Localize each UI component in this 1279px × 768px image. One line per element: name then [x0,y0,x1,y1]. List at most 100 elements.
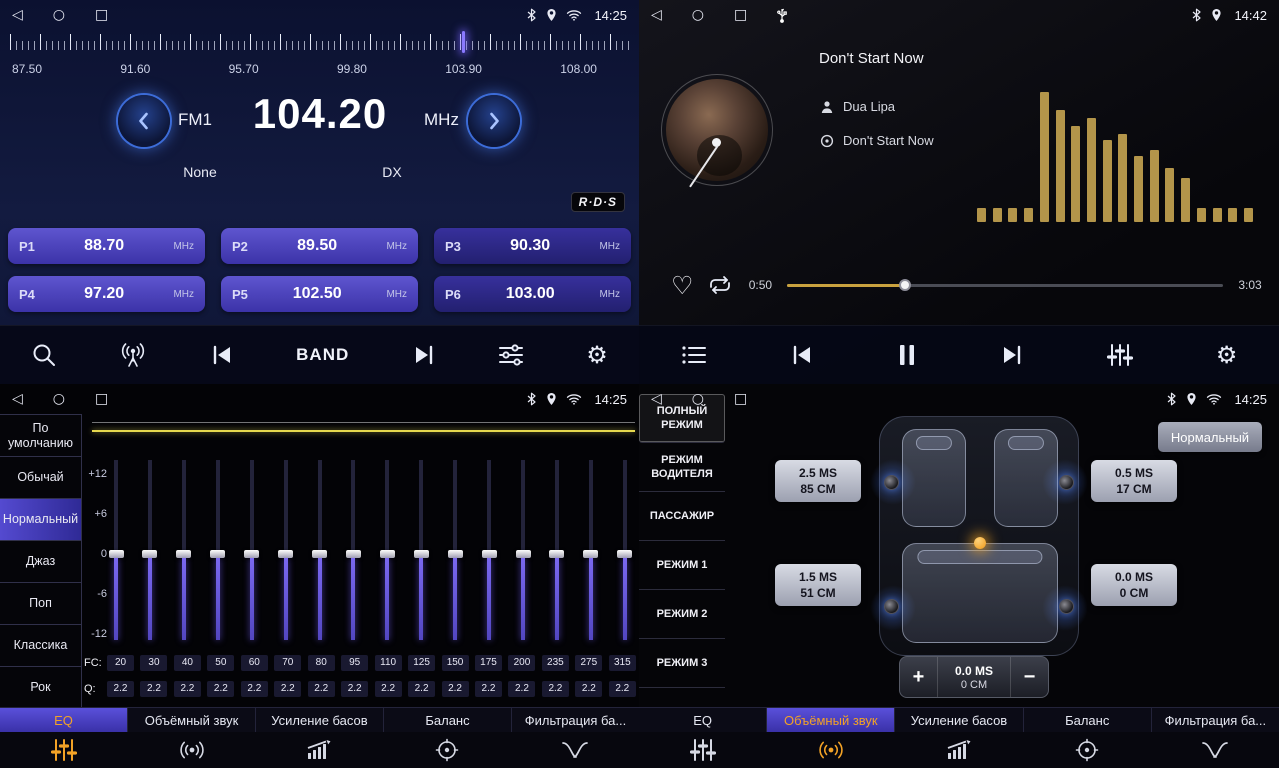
eq-band-slider[interactable] [176,460,192,640]
eq-slider-knob[interactable] [346,550,361,558]
eq-slider-knob[interactable] [583,550,598,558]
preset-p6[interactable]: P6 103.00 MHz [434,276,631,312]
nav-recents-icon[interactable]: □ [734,391,747,407]
eq-preset-item[interactable]: Нормальный [0,499,81,541]
delay-rear-right[interactable]: 0.0 MS 0 CM [1091,564,1177,606]
pause-button[interactable] [897,343,917,367]
tab-balance[interactable]: Баланс [384,708,512,732]
repeat-button[interactable] [707,275,733,295]
eq-slider-knob[interactable] [142,550,157,558]
bass-boost-icon[interactable] [895,732,1023,768]
tab-balance[interactable]: Баланс [1024,708,1152,732]
nav-recents-icon[interactable]: □ [95,391,108,407]
nav-recents-icon[interactable]: □ [734,7,747,23]
eq-preset-item[interactable]: Поп [0,583,81,625]
tune-down-button[interactable] [118,95,170,147]
frequency-ruler[interactable] [10,34,629,56]
nav-back-icon[interactable]: ◁ [12,391,23,407]
preset-p2[interactable]: P2 89.50 MHz [221,228,418,264]
tab-surround[interactable]: Объёмный звук [128,708,256,732]
mode-item[interactable]: ПАССАЖИР [639,492,725,541]
tab-bass-boost[interactable]: Усиление басов [256,708,384,732]
eq-slider-knob[interactable] [482,550,497,558]
eq-preset-item[interactable]: Рок [0,667,81,709]
tune-up-button[interactable] [468,95,520,147]
preset-p4[interactable]: P4 97.20 MHz [8,276,205,312]
eq-slider-knob[interactable] [278,550,293,558]
eq-band-slider[interactable] [481,460,497,640]
nav-home-icon[interactable]: ○ [692,7,704,23]
eq-slider-knob[interactable] [210,550,225,558]
eq-band-slider[interactable] [142,460,158,640]
bass-boost-icon[interactable] [256,732,384,768]
nav-back-icon[interactable]: ◁ [651,391,662,407]
crossover-filter-icon[interactable] [511,732,639,768]
progress-bar[interactable] [787,278,1223,292]
nav-home-icon[interactable]: ○ [692,391,704,407]
mode-item[interactable]: РЕЖИМ 3 [639,639,725,688]
nav-back-icon[interactable]: ◁ [651,7,662,23]
balance-icon[interactable] [383,732,511,768]
eq-preset-item[interactable]: Джаз [0,541,81,583]
tab-surround[interactable]: Объёмный звук [767,708,895,732]
balance-icon[interactable] [1023,732,1151,768]
eq-band-slider[interactable] [617,460,633,640]
progress-knob[interactable] [899,279,911,291]
eq-band-slider[interactable] [515,460,531,640]
preset-p1[interactable]: P1 88.70 MHz [8,228,205,264]
tab-eq[interactable]: EQ [639,708,767,732]
eq-band-slider[interactable] [312,460,328,640]
delay-front-right[interactable]: 0.5 MS 17 CM [1091,460,1177,502]
mode-item[interactable]: РЕЖИМ 1 [639,541,725,590]
delay-increase-button[interactable]: + [900,657,938,697]
eq-slider-knob[interactable] [380,550,395,558]
eq-slider-knob[interactable] [109,550,124,558]
eq-slider-knob[interactable] [516,550,531,558]
favorite-button[interactable]: ♡ [671,273,693,298]
delay-front-left[interactable]: 2.5 MS 85 CM [775,460,861,502]
next-station-button[interactable] [412,345,436,365]
eq-band-slider[interactable] [549,460,565,640]
surround-preset-button[interactable]: Нормальный [1158,422,1262,452]
eq-preset-item[interactable]: Обычай [0,457,81,499]
eq-slider-knob[interactable] [549,550,564,558]
eq-preset-item[interactable]: Классика [0,625,81,667]
next-track-button[interactable] [1000,345,1024,365]
band-button[interactable]: BAND [296,345,349,365]
eq-slider-knob[interactable] [176,550,191,558]
eq-band-slider[interactable] [413,460,429,640]
eq-band-slider[interactable] [345,460,361,640]
settings-button[interactable]: ⚙ [1216,343,1238,367]
tab-filter[interactable]: Фильтрация ба... [512,708,639,732]
eq-band-slider[interactable] [244,460,260,640]
eq-band-slider[interactable] [447,460,463,640]
nav-home-icon[interactable]: ○ [53,391,65,407]
eq-sliders-icon[interactable] [639,732,767,768]
settings-button[interactable]: ⚙ [586,343,608,367]
eq-band-slider[interactable] [278,460,294,640]
tab-eq[interactable]: EQ [0,708,128,732]
eq-slider-knob[interactable] [414,550,429,558]
tab-bass-boost[interactable]: Усиление басов [895,708,1023,732]
previous-station-button[interactable] [210,345,234,365]
previous-track-button[interactable] [790,345,814,365]
delay-rear-left[interactable]: 1.5 MS 51 CM [775,564,861,606]
eq-band-slider[interactable] [108,460,124,640]
nav-back-icon[interactable]: ◁ [12,7,23,23]
search-stations-button[interactable] [31,342,57,368]
tab-filter[interactable]: Фильтрация ба... [1152,708,1279,732]
eq-band-slider[interactable] [583,460,599,640]
eq-preset-item[interactable]: По умолчанию [0,415,81,457]
eq-slider-knob[interactable] [617,550,632,558]
surround-sound-icon[interactable] [128,732,256,768]
playlist-button[interactable] [681,344,707,366]
eq-band-slider[interactable] [379,460,395,640]
eq-slider-knob[interactable] [448,550,463,558]
nav-home-icon[interactable]: ○ [53,7,65,23]
broadcast-scan-button[interactable] [119,342,147,368]
mode-item[interactable]: РЕЖИМ ВОДИТЕЛЯ [639,443,725,492]
eq-band-slider[interactable] [210,460,226,640]
eq-slider-knob[interactable] [244,550,259,558]
crossover-filter-icon[interactable] [1151,732,1279,768]
equalizer-button[interactable] [498,343,524,367]
